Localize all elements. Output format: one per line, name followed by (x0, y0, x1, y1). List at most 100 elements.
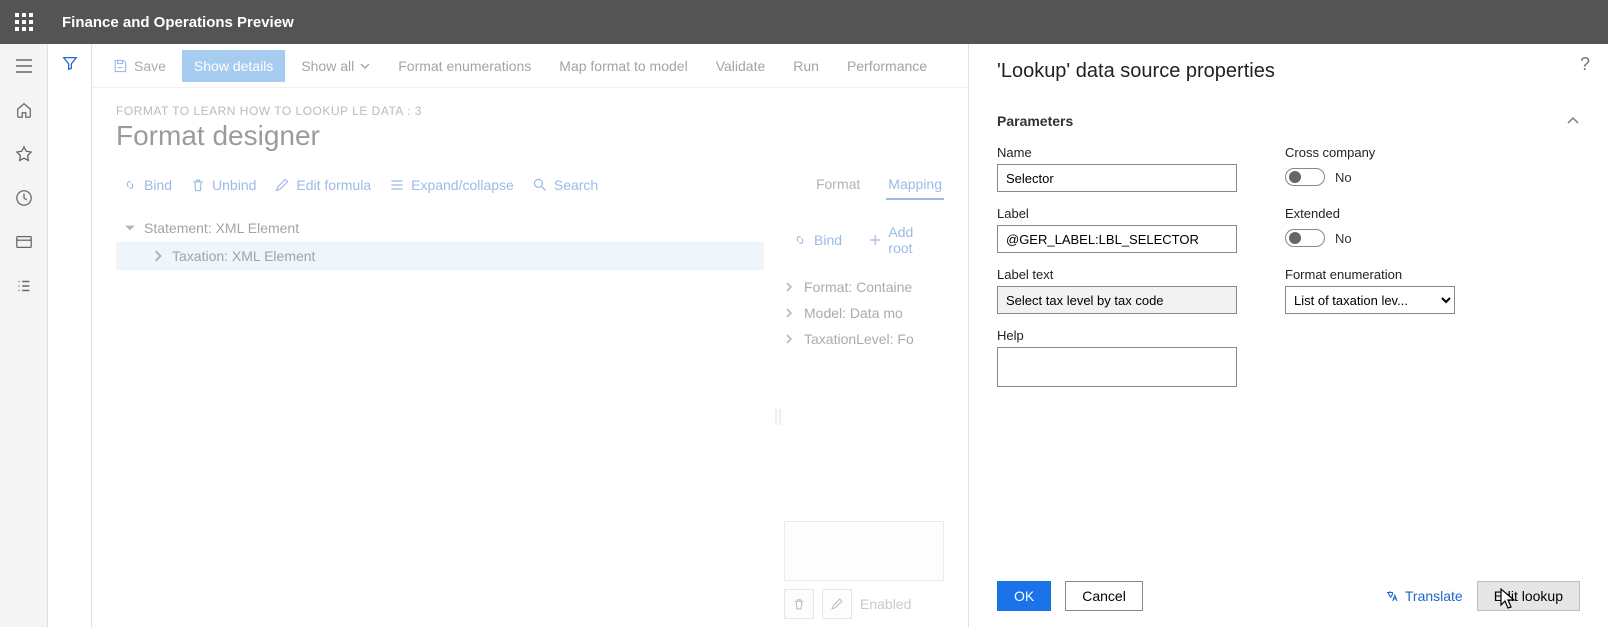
command-bar: Save Show details Show all Format enumer… (92, 44, 968, 88)
help-input[interactable] (997, 347, 1237, 387)
unbind-label: Unbind (212, 177, 256, 193)
search-action[interactable]: Search (526, 173, 604, 197)
label-input[interactable] (997, 225, 1237, 253)
panel-footer: OK Cancel Translate Edit lookup (997, 565, 1580, 611)
ds-row-model[interactable]: Model: Data mo (784, 300, 944, 326)
home-icon[interactable] (14, 100, 34, 120)
format-tree-panel: Statement: XML Element Taxation: XML Ele… (116, 214, 772, 619)
app-title: Finance and Operations Preview (48, 14, 294, 31)
format-enumerations-button[interactable]: Format enumerations (386, 50, 543, 82)
translate-link[interactable]: Translate (1385, 588, 1463, 604)
tree-row-statement[interactable]: Statement: XML Element (116, 214, 764, 242)
trash-icon (792, 597, 806, 611)
splitter-handle[interactable] (772, 214, 784, 619)
translate-label: Translate (1405, 588, 1463, 604)
properties-panel: ? 'Lookup' data source properties Parame… (968, 44, 1608, 627)
star-icon[interactable] (14, 144, 34, 164)
name-input[interactable] (997, 164, 1237, 192)
field-label-text: Label text (997, 267, 1237, 314)
waffle-icon (15, 13, 33, 31)
field-format-enumeration: Format enumeration List of taxation lev.… (1285, 267, 1465, 314)
format-enum-select[interactable]: List of taxation lev... (1285, 286, 1455, 314)
caret-down-icon (124, 222, 136, 234)
cancel-button[interactable]: Cancel (1065, 581, 1143, 611)
mapping-bind-action[interactable]: Bind (786, 220, 848, 260)
show-all-button[interactable]: Show all (289, 50, 382, 82)
filter-icon[interactable] (61, 54, 79, 627)
page-title: Format designer (116, 120, 944, 152)
workspace-icon[interactable] (14, 232, 34, 252)
breadcrumb: FORMAT TO LEARN HOW TO LOOKUP LE DATA : … (116, 104, 944, 118)
datasource-tree: Format: Containe Model: Data mo Taxation… (784, 274, 944, 352)
ok-button[interactable]: OK (997, 581, 1051, 611)
performance-label: Performance (847, 58, 927, 74)
performance-button[interactable]: Performance (835, 50, 939, 82)
help-label: Help (997, 328, 1237, 343)
expand-label: Expand/collapse (411, 177, 514, 193)
edit-formula-action[interactable]: Edit formula (268, 173, 377, 197)
ds-label: Model: Data mo (804, 305, 903, 321)
mapping-add-root-label: Add root (888, 224, 936, 256)
expand-icon (389, 177, 405, 193)
field-name: Name (997, 145, 1237, 192)
extended-toggle[interactable] (1285, 229, 1325, 247)
save-button[interactable]: Save (100, 50, 178, 82)
edit-button[interactable] (822, 589, 852, 619)
bind-action[interactable]: Bind (116, 173, 178, 197)
action-bar: Bind Unbind Edit formula Expand/collapse (116, 173, 604, 197)
app-launcher-button[interactable] (0, 0, 48, 44)
search-icon (532, 177, 548, 193)
unbind-action[interactable]: Unbind (184, 173, 262, 197)
mapping-bind-label: Bind (814, 232, 842, 248)
label-label: Label (997, 206, 1237, 221)
validate-button[interactable]: Validate (704, 50, 778, 82)
filter-rail (48, 44, 92, 627)
run-label: Run (793, 58, 819, 74)
extended-value: No (1335, 231, 1352, 246)
map-format-button[interactable]: Map format to model (547, 50, 699, 82)
caret-right-icon (784, 282, 794, 292)
field-label: Label (997, 206, 1237, 253)
mapping-tabs: Format Mapping (814, 170, 944, 200)
map-format-label: Map format to model (559, 58, 687, 74)
nav-rail (0, 44, 48, 627)
caret-right-icon (784, 334, 794, 344)
caret-right-icon (784, 308, 794, 318)
expression-box[interactable] (784, 521, 944, 581)
recent-icon[interactable] (14, 188, 34, 208)
caret-right-icon (152, 250, 164, 262)
format-enum-label: Format enumeration (1285, 267, 1465, 282)
section-label: Parameters (997, 113, 1073, 129)
tab-format[interactable]: Format (814, 170, 862, 200)
tree-row-taxation[interactable]: Taxation: XML Element (116, 242, 764, 270)
ds-row-taxationlevel[interactable]: TaxationLevel: Fo (784, 326, 944, 352)
content: FORMAT TO LEARN HOW TO LOOKUP LE DATA : … (92, 88, 968, 627)
show-details-button[interactable]: Show details (182, 50, 285, 82)
bind-label: Bind (144, 177, 172, 193)
hamburger-icon[interactable] (14, 56, 34, 76)
cross-company-value: No (1335, 170, 1352, 185)
labeltext-input (997, 286, 1237, 314)
link-icon (792, 232, 808, 248)
cross-company-label: Cross company (1285, 145, 1465, 160)
tab-mapping[interactable]: Mapping (886, 170, 944, 200)
expand-collapse-action[interactable]: Expand/collapse (383, 173, 520, 197)
parameters-form: Name Cross company No Label Extended No (997, 145, 1580, 387)
edit-lookup-button[interactable]: Edit lookup (1477, 581, 1580, 611)
extended-label: Extended (1285, 206, 1465, 221)
mapping-add-root-action[interactable]: Add root (862, 220, 942, 260)
cross-company-toggle[interactable] (1285, 168, 1325, 186)
ds-label: Format: Containe (804, 279, 912, 295)
delete-button[interactable] (784, 589, 814, 619)
panel-title: 'Lookup' data source properties (997, 60, 1580, 83)
list-icon[interactable] (14, 276, 34, 296)
section-parameters-header[interactable]: Parameters (997, 109, 1580, 133)
chevron-down-icon (360, 61, 370, 71)
link-icon (122, 177, 138, 193)
ds-row-format[interactable]: Format: Containe (784, 274, 944, 300)
tree-label: Statement: XML Element (144, 220, 299, 236)
run-button[interactable]: Run (781, 50, 831, 82)
ds-label: TaxationLevel: Fo (804, 331, 914, 347)
validate-label: Validate (716, 58, 766, 74)
help-icon[interactable]: ? (1580, 54, 1590, 75)
